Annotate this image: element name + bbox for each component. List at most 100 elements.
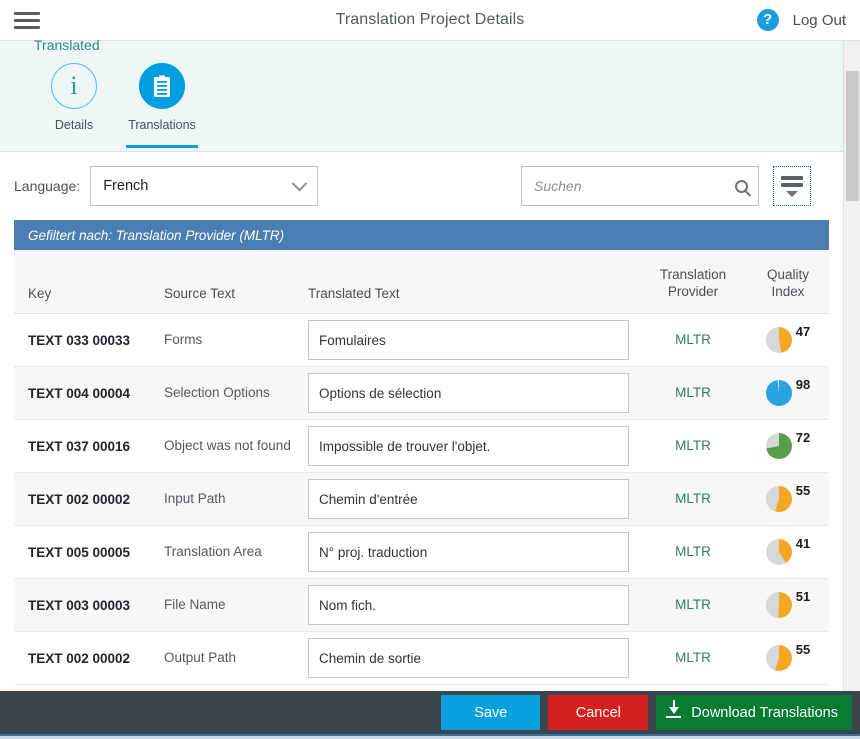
cancel-button[interactable]: Cancel <box>548 695 648 730</box>
search-input[interactable] <box>534 178 735 194</box>
row-source-text: Input Path <box>164 490 308 508</box>
top-bar-actions: ? Log Out <box>757 9 846 31</box>
language-label: Language: <box>14 178 80 194</box>
download-arrow-base <box>666 716 681 718</box>
row-translated-cell <box>308 426 639 466</box>
help-icon[interactable]: ? <box>757 9 779 31</box>
row-key: TEXT 005 00005 <box>14 545 164 560</box>
quality-index-pie-icon <box>766 380 792 406</box>
tab-translations[interactable]: Translations <box>118 63 206 132</box>
filter-banner: Gefiltert nach: Translation Provider (ML… <box>14 220 829 250</box>
row-translated-cell <box>308 320 639 360</box>
filter-settings-icon[interactable] <box>773 166 811 206</box>
row-quality-index: 72 <box>747 433 829 459</box>
row-translated-cell <box>308 638 639 678</box>
filter-chevron <box>786 191 798 197</box>
table-row: TEXT 002 00002Output Path MLTR 55 <box>14 632 829 685</box>
table-row: TEXT 033 00033FormsMLTR47 <box>14 314 829 367</box>
row-translation-provider: MLTR <box>639 385 747 402</box>
search-box[interactable] <box>521 166 759 206</box>
row-key: TEXT 004 00004 <box>14 386 164 401</box>
page-scrollbar[interactable] <box>843 41 860 739</box>
quality-index-value: 51 <box>796 589 810 605</box>
info-icon: i <box>51 63 97 109</box>
quality-index-value: 98 <box>796 377 810 393</box>
row-key: TEXT 002 00002 <box>14 651 164 666</box>
tab-details[interactable]: i Details <box>30 63 118 132</box>
column-header-source: Source Text <box>164 286 308 301</box>
action-footer: Save Cancel Download Translations <box>0 691 860 734</box>
translated-text-input[interactable] <box>308 638 629 678</box>
row-translated-cell <box>308 373 639 413</box>
quality-index-pie-icon <box>766 486 792 512</box>
table-row: TEXT 037 00016Object was not foundMLTR72 <box>14 420 829 473</box>
row-quality-index: 55 <box>747 486 829 512</box>
row-key: TEXT 003 00003 <box>14 598 164 613</box>
table-row: TEXT 003 00003File Name MLTR 51 <box>14 579 829 632</box>
row-translation-provider: MLTR <box>639 438 747 455</box>
column-header-quality-line1: Quality <box>747 267 829 284</box>
row-key: TEXT 002 00002 <box>14 492 164 507</box>
translated-text-input[interactable] <box>308 426 629 466</box>
row-key: TEXT 037 00016 <box>14 439 164 454</box>
tab-active-underline <box>126 145 198 148</box>
table-row: TEXT 005 00005Translation AreaMLTR41 <box>14 526 829 579</box>
row-source-text: File Name <box>164 596 308 614</box>
row-translated-cell <box>308 479 639 519</box>
quality-index-pie-icon <box>766 645 792 671</box>
download-arrow-icon <box>666 707 681 718</box>
quality-index-value: 41 <box>796 536 810 552</box>
tab-details-label: Details <box>30 118 118 132</box>
filter-bar <box>781 176 803 180</box>
quality-index-value: 55 <box>796 642 810 658</box>
download-arrow-head <box>669 707 679 714</box>
download-arrow-stem <box>673 700 675 708</box>
translated-text-input[interactable] <box>308 479 629 519</box>
column-header-quality: Quality Index <box>747 267 829 301</box>
quality-index-pie-icon <box>766 592 792 618</box>
download-translations-label: Download Translations <box>691 705 838 721</box>
table-row: TEXT 004 00004Selection Options MLTR 98 <box>14 367 829 420</box>
translated-text-input[interactable] <box>308 320 629 360</box>
table-header-row: Key Source Text Translated Text Translat… <box>14 250 829 314</box>
column-header-provider: Translation Provider <box>639 267 747 301</box>
tab-list: i Details Translations <box>30 63 206 132</box>
quality-index-value: 55 <box>796 483 810 499</box>
column-header-provider-line1: Translation <box>639 267 747 284</box>
row-quality-index: 51 <box>747 592 829 618</box>
row-translation-provider: MLTR <box>639 650 747 667</box>
language-select[interactable]: French <box>90 166 318 206</box>
row-translation-provider: MLTR <box>639 544 747 561</box>
translations-panel: Language: French Gefiltert nach: Transla… <box>0 151 843 739</box>
status-badge: Translated <box>34 37 100 53</box>
translations-table: Key Source Text Translated Text Translat… <box>14 250 829 685</box>
quality-index-pie-icon <box>766 327 792 353</box>
translated-text-input[interactable] <box>308 585 629 625</box>
row-source-text: Output Path <box>164 649 308 667</box>
row-source-text: Selection Options <box>164 384 308 402</box>
info-icon-glyph: i <box>70 73 77 99</box>
row-translation-provider: MLTR <box>639 491 747 508</box>
search-area <box>521 166 759 206</box>
window-bottom-edge <box>0 734 860 739</box>
quality-index-value: 47 <box>796 324 810 340</box>
row-quality-index: 41 <box>747 539 829 565</box>
logout-button[interactable]: Log Out <box>793 12 846 29</box>
tab-translations-label: Translations <box>118 118 206 132</box>
column-header-translated: Translated Text <box>308 286 639 301</box>
row-key: TEXT 033 00033 <box>14 333 164 348</box>
translated-text-input[interactable] <box>308 373 629 413</box>
translated-text-input[interactable] <box>308 532 629 572</box>
language-select-value: French <box>103 178 294 194</box>
quality-index-pie-icon <box>766 539 792 565</box>
download-translations-button[interactable]: Download Translations <box>656 695 852 730</box>
row-translation-provider: MLTR <box>639 332 747 349</box>
clipboard-list-icon <box>139 63 185 109</box>
row-translation-provider: MLTR <box>639 597 747 614</box>
filter-bar <box>781 183 803 187</box>
search-icon[interactable] <box>735 180 748 193</box>
save-button[interactable]: Save <box>441 695 540 730</box>
row-quality-index: 98 <box>747 380 829 406</box>
page-scrollbar-thumb[interactable] <box>846 71 859 201</box>
table-controls: Language: French <box>0 152 843 220</box>
